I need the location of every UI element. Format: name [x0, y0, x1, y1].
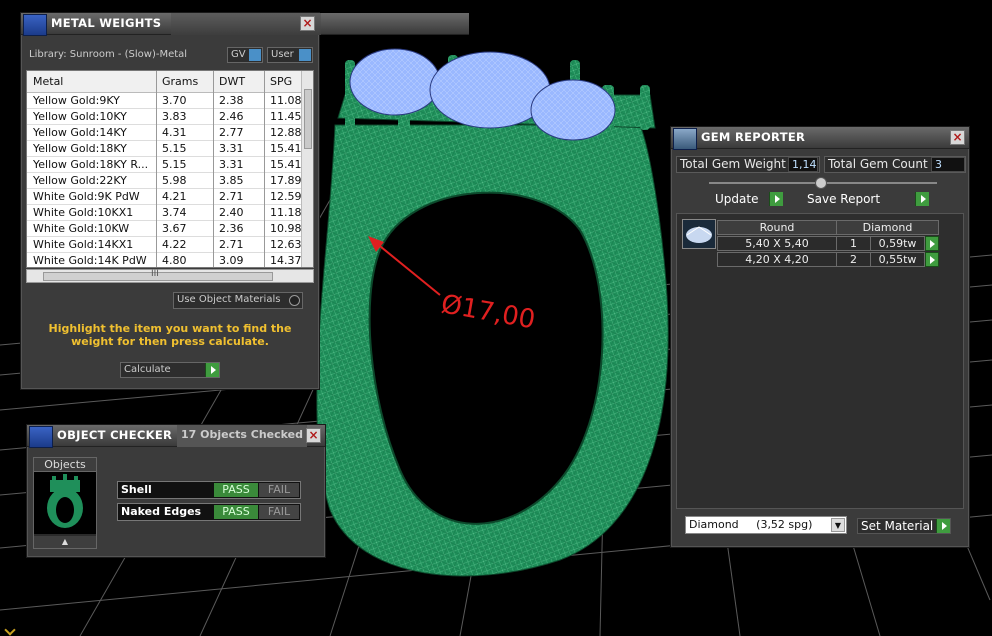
gem-reporter-panel: GEM REPORTER × Total Gem Weight 1,14 Tot… — [670, 126, 970, 548]
gem-row-arrow-icon[interactable] — [925, 252, 939, 267]
library-label: Library: Sunroom - (Slow)-Metal — [29, 49, 188, 60]
use-object-materials-radio-icon — [289, 295, 300, 306]
objects-label: Objects — [34, 458, 96, 472]
gem-slider-handle[interactable] — [815, 177, 827, 189]
gem-thumbnail-icon — [682, 219, 716, 249]
naked-edges-pass-button[interactable]: PASS — [214, 505, 258, 519]
save-report-button[interactable]: Save Report — [805, 192, 929, 208]
object-checker-titlebar[interactable]: OBJECT CHECKER 17 Objects Checked — [27, 425, 325, 448]
gem-weight-cell[interactable]: 0,55tw — [870, 252, 925, 267]
metal-table-row[interactable]: Yellow Gold:14KY 4.31 2.77 12.88 — [27, 125, 302, 141]
gv-toggle[interactable]: GV — [227, 47, 263, 63]
metal-table-row[interactable]: Yellow Gold:18KY R... 5.15 3.31 15.41 — [27, 157, 302, 173]
update-button[interactable]: Update — [713, 192, 783, 208]
object-checker-check-icon — [29, 426, 53, 448]
user-toggle-icon — [299, 49, 311, 61]
object-checker-title: OBJECT CHECKER — [57, 428, 173, 442]
metal-hint-text: Highlight the item you want to find the … — [48, 322, 292, 348]
gem-col-diamond[interactable]: Diamond — [836, 220, 939, 235]
chevron-down-icon[interactable]: ▼ — [831, 518, 845, 532]
ring-thumbnail — [34, 472, 96, 534]
user-toggle[interactable]: User — [267, 47, 313, 63]
metal-table-header: Metal Grams DWT SPG — [27, 71, 301, 93]
shell-check-row: Shell PASS FAIL — [117, 481, 301, 499]
gem-reporter-close-icon[interactable]: × — [950, 130, 965, 145]
objects-checked-count: 17 Objects Checked — [177, 425, 307, 447]
metal-weights-logo-icon — [23, 14, 47, 36]
metal-table-row[interactable]: Yellow Gold:18KY 5.15 3.31 15.41 — [27, 141, 302, 157]
metal-table-row[interactable]: White Gold:14K PdW 4.80 3.09 14.37 — [27, 253, 302, 267]
gem-qty-cell[interactable]: 2 — [836, 252, 871, 267]
gem-reporter-logo-icon — [673, 128, 697, 150]
metal-table-vscroll[interactable] — [301, 71, 313, 267]
naked-edges-fail-button[interactable]: FAIL — [259, 505, 299, 519]
update-arrow-icon — [769, 192, 783, 206]
gem-table[interactable]: Round Diamond 5,40 X 5,40 1 0,59tw 4,20 X 4… — [676, 213, 964, 509]
save-report-arrow-icon — [915, 192, 929, 206]
gem-weight-cell[interactable]: 0,59tw — [870, 236, 925, 251]
gem-reporter-title: GEM REPORTER — [701, 130, 806, 144]
metal-table-row[interactable]: White Gold:14KX1 4.22 2.71 12.63 — [27, 237, 302, 253]
metal-table-row[interactable]: Yellow Gold:22KY 5.98 3.85 17.89 — [27, 173, 302, 189]
gem-size-cell[interactable]: 5,40 X 5,40 — [717, 236, 837, 251]
thumbnail-expand-icon[interactable]: ▲ — [34, 536, 96, 548]
metal-table-row[interactable]: Yellow Gold:9KY 3.70 2.38 11.08 — [27, 93, 302, 109]
gem-reporter-titlebar[interactable]: GEM REPORTER — [671, 127, 969, 150]
objects-thumbnail-box[interactable]: Objects ▲ — [33, 457, 97, 549]
calculate-button[interactable]: Calculate — [120, 362, 220, 378]
metal-weights-title: METAL WEIGHTS — [51, 16, 162, 30]
object-checker-close-icon[interactable]: × — [306, 428, 321, 443]
col-spg[interactable]: SPG — [270, 75, 292, 88]
gem-row-arrow-icon[interactable] — [925, 236, 939, 251]
col-metal[interactable]: Metal — [33, 75, 63, 88]
metal-table-row[interactable]: White Gold:10KX1 3.74 2.40 11.18 — [27, 205, 302, 221]
metal-table-row[interactable]: Yellow Gold:10KY 3.83 2.46 11.45 — [27, 109, 302, 125]
col-grams[interactable]: Grams — [162, 75, 198, 88]
gem-qty-cell[interactable]: 1 — [836, 236, 871, 251]
material-select[interactable]: Diamond (3,52 spg) ▼ — [685, 516, 847, 534]
use-object-materials-button[interactable]: Use Object Materials — [173, 292, 303, 309]
total-gem-count-value: 3 — [931, 157, 965, 172]
metal-table[interactable]: Metal Grams DWT SPG Yellow Gold:9KY 3.70 2… — [26, 70, 314, 268]
gv-toggle-icon — [249, 49, 261, 61]
shell-pass-button[interactable]: PASS — [214, 483, 258, 497]
col-dwt[interactable]: DWT — [219, 75, 245, 88]
metal-table-row[interactable]: White Gold:9K PdW 4.21 2.71 12.59 — [27, 189, 302, 205]
metal-weights-close-icon[interactable]: × — [300, 16, 315, 31]
naked-edges-check-row: Naked Edges PASS FAIL — [117, 503, 301, 521]
calculate-arrow-icon — [205, 363, 219, 377]
hscroll-grip: III — [151, 269, 159, 279]
total-gem-weight-value: 1,14 — [788, 157, 818, 172]
set-material-button[interactable]: Set Material — [857, 518, 951, 534]
shell-fail-button[interactable]: FAIL — [259, 483, 299, 497]
metal-table-row[interactable]: White Gold:10KW 3.67 2.36 10.98 — [27, 221, 302, 237]
gem-size-cell[interactable]: 4,20 X 4,20 — [717, 252, 837, 267]
metal-table-hscroll[interactable]: III — [26, 269, 314, 283]
set-material-arrow-icon — [936, 519, 950, 533]
gem-col-round[interactable]: Round — [717, 220, 837, 235]
